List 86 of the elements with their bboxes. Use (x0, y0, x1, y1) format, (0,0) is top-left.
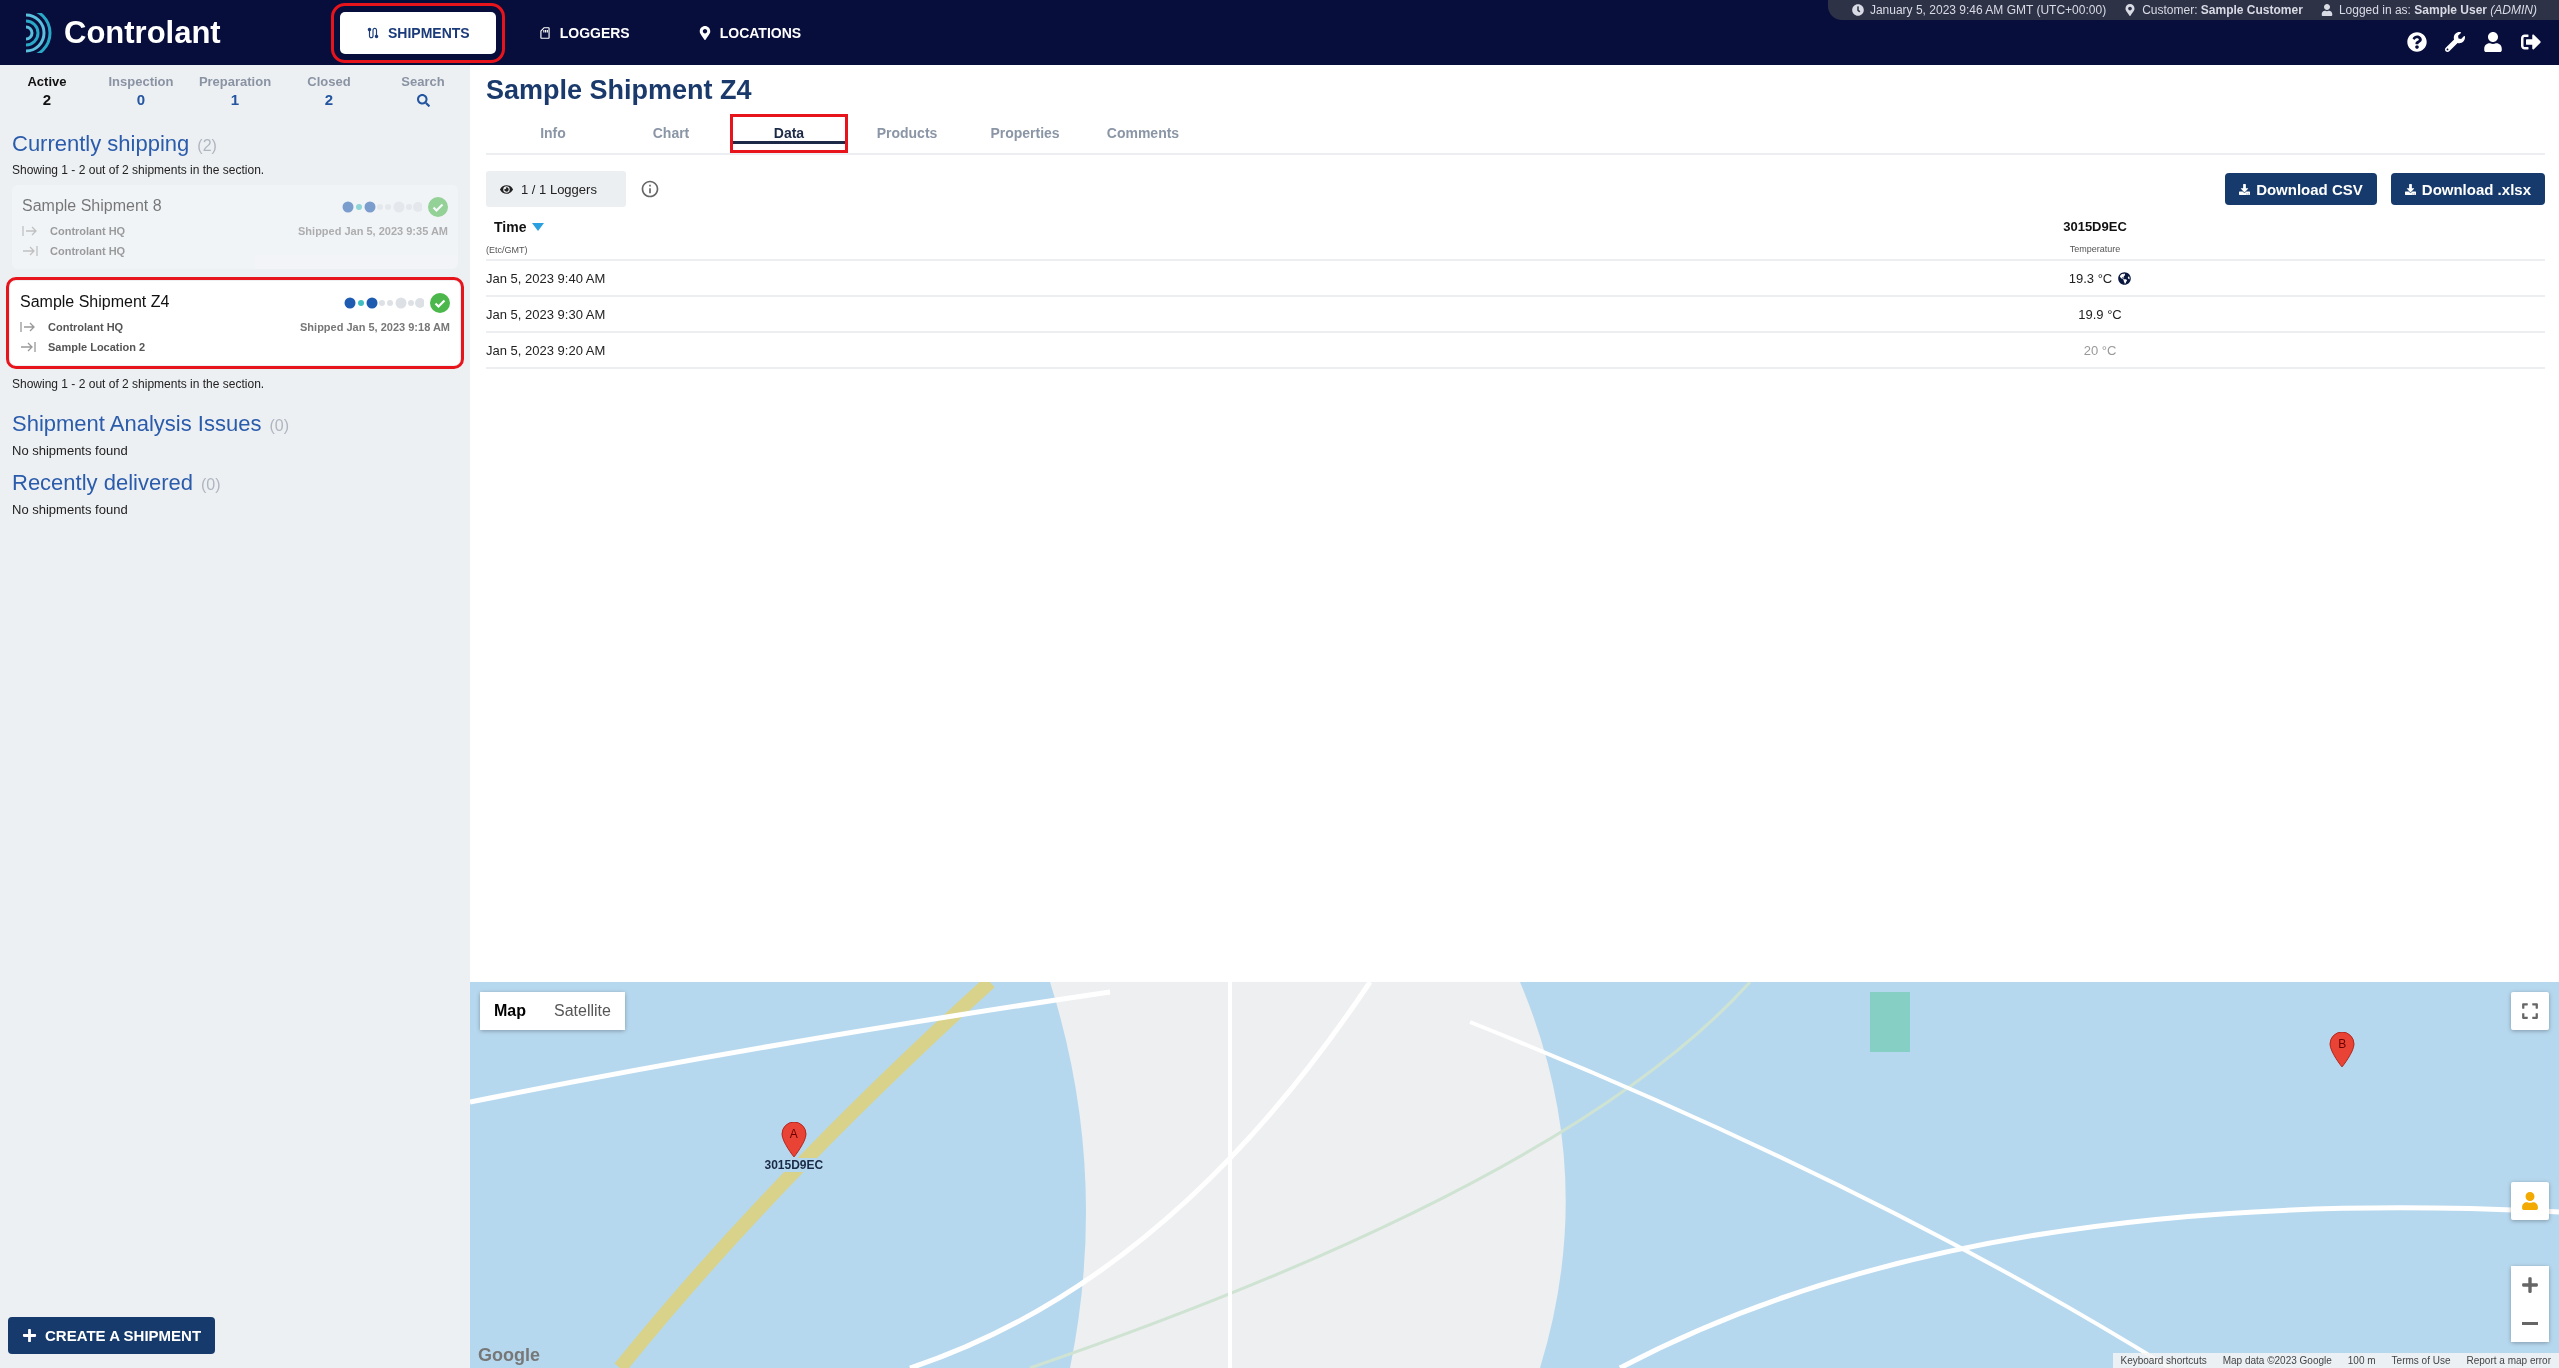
map-footer-link[interactable]: 100 m (2339, 1353, 2384, 1368)
section-summary: Showing 1 - 2 out of 2 shipments in the section. (12, 377, 266, 391)
minus-icon (2522, 1321, 2538, 1325)
column-subtitle: Temperature (2069, 244, 2121, 254)
zoom-out-button[interactable] (2511, 1304, 2549, 1342)
customer-info: Customer: Sample Customer (2142, 3, 2303, 17)
download-button[interactable]: Download .xlsx (2390, 173, 2545, 205)
download-icon (2239, 183, 2251, 195)
temperature-cell: 19.3 °C (2068, 270, 2113, 286)
loggers-toggle[interactable]: 1 / 1 Loggers (486, 171, 626, 207)
departure-icon (22, 225, 38, 237)
map-type-button[interactable]: Satellite (540, 992, 625, 1030)
map-footer-link[interactable]: Map data ©2023 Google (2214, 1353, 2340, 1368)
settings-button[interactable] (2443, 30, 2467, 54)
nav-tab[interactable]: LOGGERS (511, 11, 656, 54)
login-info: Logged in as: Sample User (ADMIN) (2338, 3, 2537, 17)
departure-icon (20, 321, 36, 333)
plus-icon (22, 1328, 37, 1343)
eye-icon (500, 182, 513, 196)
time-cell: Jan 5, 2023 9:20 AM (486, 342, 606, 358)
map-logo: Google (478, 1345, 540, 1366)
check-circle-icon (430, 293, 450, 313)
info-icon[interactable] (640, 179, 660, 199)
route-icon (366, 25, 380, 40)
shipment-card[interactable]: Sample Shipment 8 Controlant HQ Shipped Jan 5, 2023 9:35 AM Controlant HQ (12, 185, 458, 269)
destination-location: Sample Location 2 (48, 341, 147, 353)
zoom-in-button[interactable] (2511, 1266, 2549, 1304)
sort-caret-icon[interactable] (532, 223, 545, 231)
globe-icon[interactable] (2118, 271, 2132, 285)
section-title: Recently delivered (12, 470, 193, 496)
create-shipment-button[interactable]: CREATE A SHIPMENT (8, 1317, 216, 1354)
user-icon (2320, 4, 2333, 16)
search-icon (416, 94, 430, 107)
temperature-cell: 20 °C (2083, 342, 2117, 358)
map-pin-icon (2124, 4, 2137, 16)
status-tab[interactable]: Preparation 1 (188, 73, 282, 109)
section-title: Currently shipping (12, 131, 190, 157)
status-tab[interactable]: Closed 2 (282, 73, 376, 109)
section-count: (2) (197, 137, 217, 155)
time-cell: Jan 5, 2023 9:30 AM (486, 306, 606, 322)
map-footer-link[interactable]: Keyboard shortcuts (2112, 1353, 2215, 1368)
column-subtitle: (Etc/GMT) (486, 245, 528, 255)
fullscreen-button[interactable] (2511, 992, 2549, 1030)
time-cell: Jan 5, 2023 9:40 AM (486, 270, 606, 286)
empty-message: No shipments found (12, 502, 129, 517)
section-count: (0) (269, 417, 290, 435)
progress-dots-icon (344, 296, 424, 310)
column-header[interactable]: Time (494, 219, 527, 235)
empty-message: No shipments found (12, 443, 129, 458)
section-title: Shipment Analysis Issues (12, 411, 262, 437)
person-icon (2521, 1192, 2539, 1210)
brand-name: Controlant (64, 14, 221, 51)
download-icon (2404, 183, 2416, 195)
device-icon (537, 25, 552, 40)
shipment-title: Sample Shipment Z4 (486, 75, 753, 106)
map-type-button[interactable]: Map (480, 992, 540, 1030)
temperature-cell: 19.9 °C (2078, 306, 2122, 322)
destination-location: Controlant HQ (50, 245, 127, 257)
download-button[interactable]: Download CSV (2225, 173, 2377, 205)
arrival-icon (22, 245, 38, 257)
clock-icon (1851, 4, 1864, 16)
detail-tab[interactable]: Data (730, 114, 848, 153)
origin-location: Controlant HQ (48, 321, 125, 333)
map-footer-link[interactable]: Terms of Use (2383, 1353, 2459, 1368)
shipped-date: Shipped Jan 5, 2023 9:35 AM (298, 225, 448, 237)
status-tab[interactable]: Active 2 (0, 73, 94, 109)
fullscreen-icon (2521, 1002, 2539, 1020)
map-pin-icon (697, 25, 712, 40)
section-count: (0) (201, 476, 221, 494)
section-summary: Showing 1 - 2 out of 2 shipments in the section. (12, 163, 266, 177)
shipped-date: Shipped Jan 5, 2023 9:18 AM (300, 321, 450, 333)
plus-icon (2521, 1276, 2539, 1294)
marker-label: 3015D9EC (762, 1158, 826, 1172)
date-time: January 5, 2023 9:46 AM GMT (UTC+00:00) (1851, 3, 2107, 17)
nav-tab[interactable]: LOCATIONS (671, 11, 828, 54)
progress-dots-icon (342, 200, 422, 214)
status-tab[interactable]: Inspection 0 (94, 73, 188, 109)
column-header: 3015D9EC (2063, 219, 2127, 234)
arrival-icon (20, 341, 36, 353)
origin-location: Controlant HQ (50, 225, 127, 237)
profile-button[interactable] (2481, 30, 2505, 54)
shipment-name: Sample Shipment Z4 (20, 293, 171, 312)
help-button[interactable] (2405, 30, 2429, 54)
check-circle-icon (428, 197, 448, 217)
shipment-name: Sample Shipment 8 (22, 197, 163, 216)
map-footer-link[interactable]: Report a map error (2458, 1353, 2559, 1368)
